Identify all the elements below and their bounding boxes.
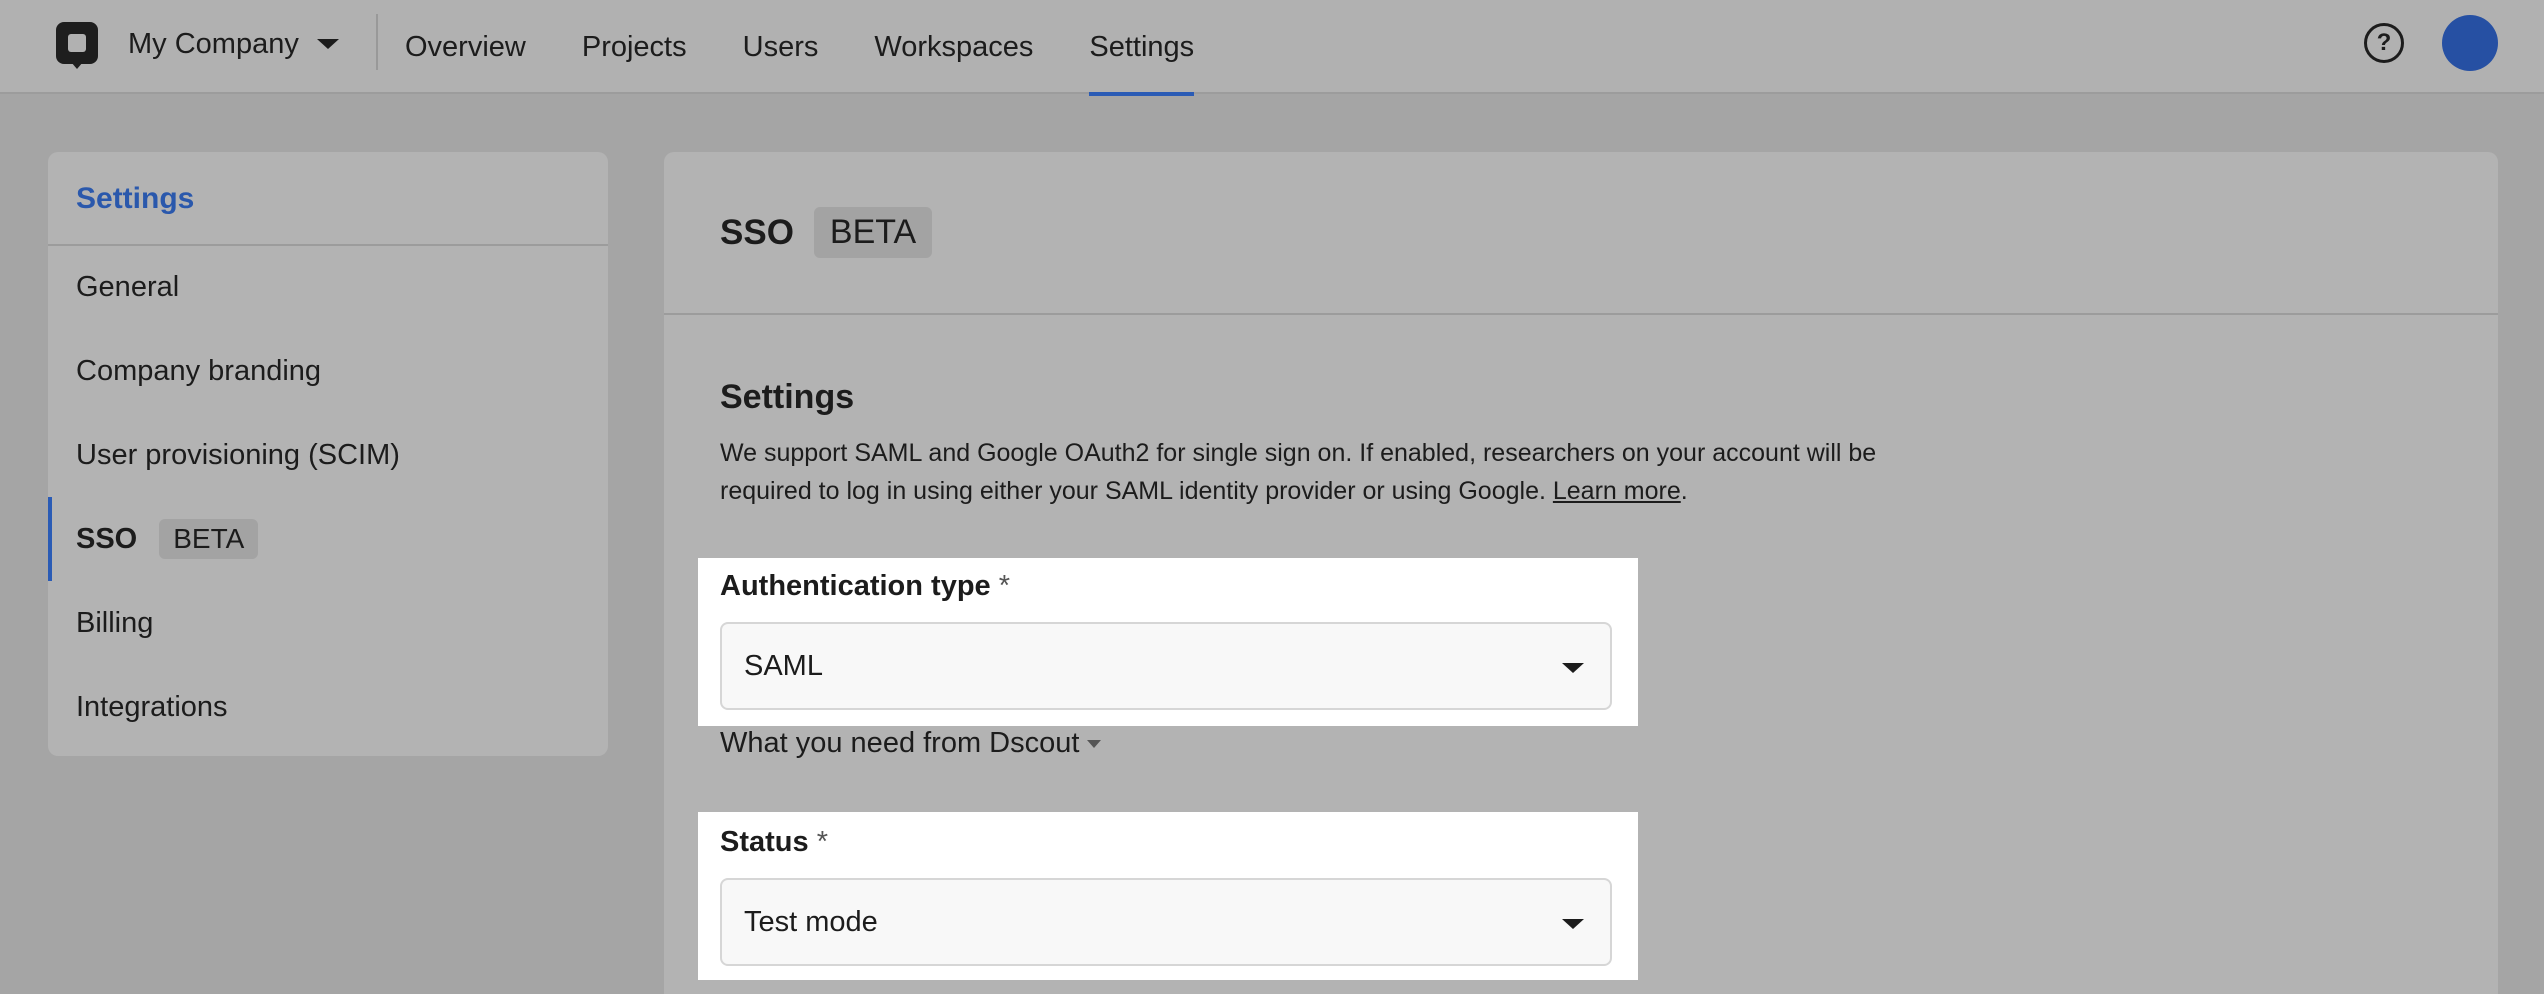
sidebar-item-label: Billing bbox=[76, 606, 154, 639]
sidebar-item-label: SSO bbox=[76, 522, 138, 555]
nav-links: Overview Projects Users Workspaces Setti… bbox=[405, 0, 1194, 96]
page-title: SSO BETA bbox=[720, 207, 933, 258]
settings-sidebar: Settings General Company branding User p… bbox=[48, 152, 608, 756]
nav-projects[interactable]: Projects bbox=[582, 0, 687, 94]
auth-type-value: SAML bbox=[744, 649, 823, 682]
chevron-down-icon bbox=[316, 39, 339, 49]
nav-users[interactable]: Users bbox=[743, 0, 819, 94]
sidebar-item-label: Integrations bbox=[76, 690, 228, 723]
beta-badge: BETA bbox=[159, 519, 259, 559]
status-select[interactable]: Test mode bbox=[720, 878, 1612, 966]
header-divider bbox=[664, 313, 2498, 315]
required-marker: * bbox=[816, 826, 828, 858]
top-navbar: My Company Overview Projects Users Works… bbox=[0, 0, 2544, 96]
description-period: . bbox=[1680, 477, 1688, 505]
sidebar-item-label: General bbox=[76, 270, 180, 303]
app-logo-icon[interactable] bbox=[56, 22, 98, 69]
status-label-text: Status bbox=[720, 826, 809, 858]
status-label: Status * bbox=[720, 826, 828, 859]
sidebar-item-general[interactable]: General bbox=[48, 245, 608, 329]
page-title-text: SSO bbox=[720, 212, 794, 252]
sidebar-item-label: User provisioning (SCIM) bbox=[76, 438, 400, 471]
auth-type-select[interactable]: SAML bbox=[720, 622, 1612, 710]
what-you-need-disclosure[interactable]: What you need from Dscout bbox=[720, 727, 1102, 760]
required-marker: * bbox=[998, 570, 1011, 602]
avatar[interactable] bbox=[2442, 15, 2498, 71]
auth-type-label: Authentication type * bbox=[720, 570, 1010, 603]
sidebar-item-sso[interactable]: SSO BETA bbox=[48, 497, 608, 581]
sidebar-title: Settings bbox=[76, 182, 195, 215]
sidebar-item-user-provisioning[interactable]: User provisioning (SCIM) bbox=[48, 413, 608, 497]
company-switcher[interactable]: My Company bbox=[128, 24, 339, 64]
caret-down-icon bbox=[1562, 663, 1584, 673]
sidebar-item-billing[interactable]: Billing bbox=[48, 581, 608, 665]
beta-badge: BETA bbox=[813, 207, 933, 258]
sso-description: We support SAML and Google OAuth2 for si… bbox=[720, 434, 1950, 510]
auth-type-label-text: Authentication type bbox=[720, 570, 991, 602]
nav-divider bbox=[376, 14, 378, 70]
company-name: My Company bbox=[128, 27, 299, 60]
nav-overview[interactable]: Overview bbox=[405, 0, 526, 94]
sidebar-item-label: Company branding bbox=[76, 354, 322, 387]
sidebar-item-integrations[interactable]: Integrations bbox=[48, 665, 608, 749]
status-value: Test mode bbox=[744, 905, 878, 938]
learn-more-link[interactable]: Learn more bbox=[1553, 477, 1681, 505]
nav-settings[interactable]: Settings bbox=[1089, 0, 1194, 96]
caret-down-icon bbox=[1087, 739, 1102, 748]
description-text: We support SAML and Google OAuth2 for si… bbox=[720, 439, 1877, 505]
nav-workspaces[interactable]: Workspaces bbox=[874, 0, 1033, 94]
caret-down-icon bbox=[1562, 919, 1584, 929]
help-icon[interactable]: ? bbox=[2364, 23, 2404, 63]
disclosure-label: What you need from Dscout bbox=[720, 727, 1080, 759]
sidebar-item-company-branding[interactable]: Company branding bbox=[48, 329, 608, 413]
section-title: Settings bbox=[720, 378, 855, 416]
